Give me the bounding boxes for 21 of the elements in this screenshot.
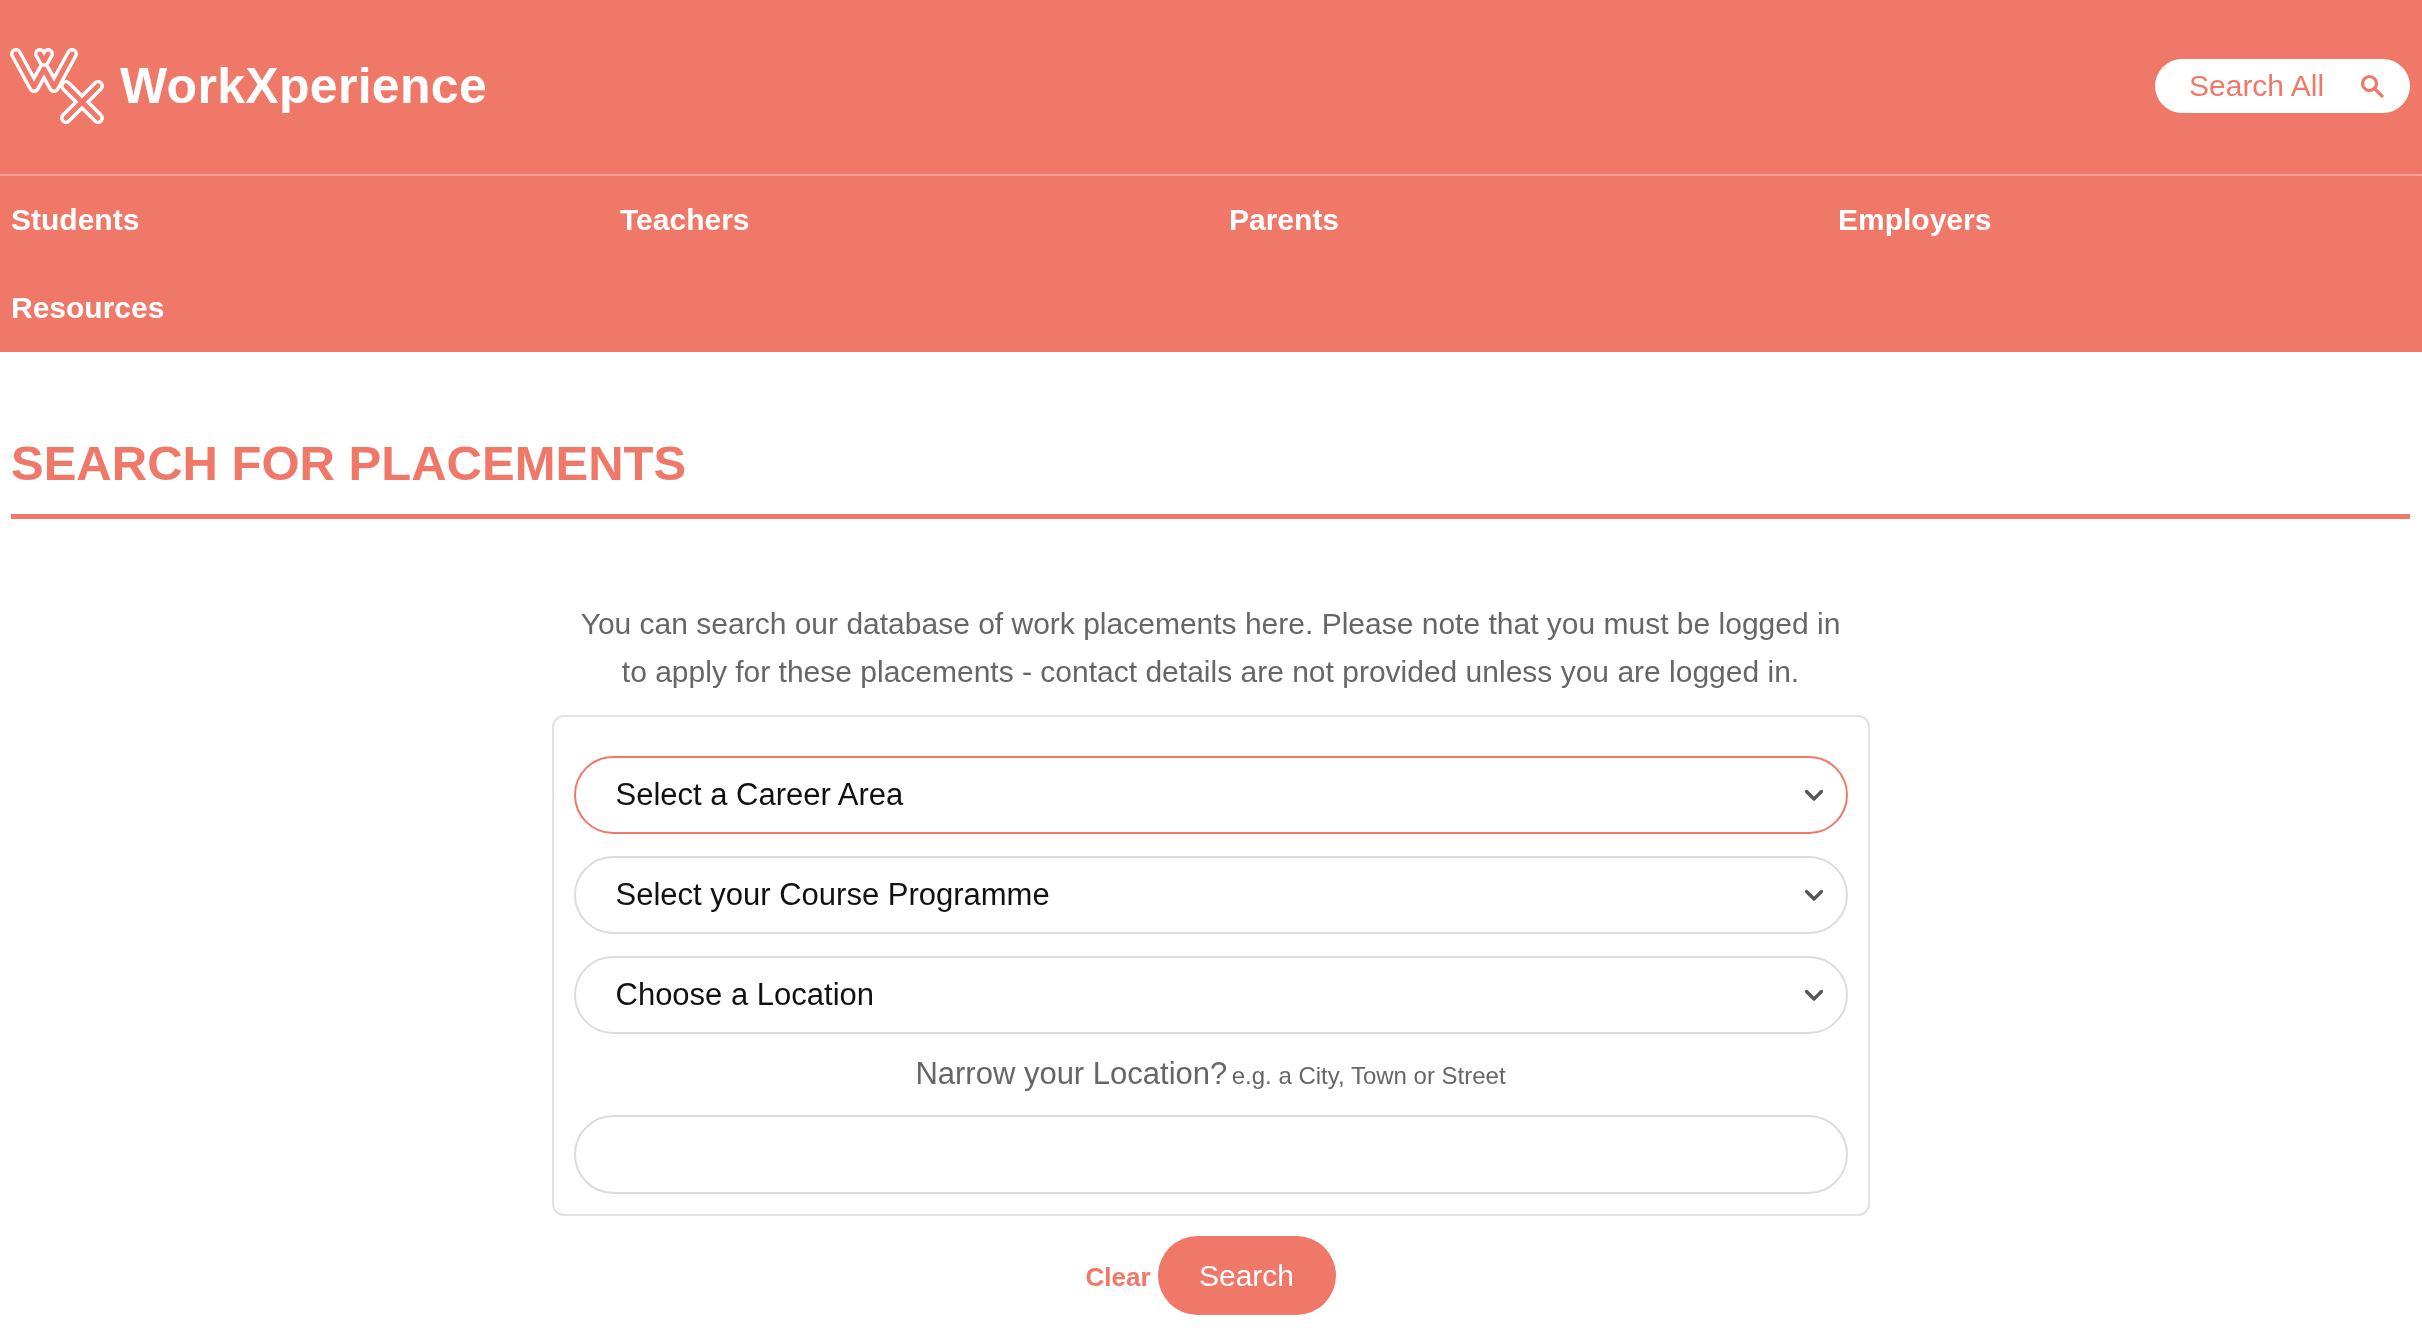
search-icon bbox=[2360, 74, 2384, 98]
nav-link[interactable]: Employers bbox=[1838, 202, 1992, 238]
search-button[interactable]: Search bbox=[1157, 1236, 1336, 1315]
brand-name[interactable]: WorkXperience bbox=[120, 56, 487, 116]
nav-link[interactable]: Resources bbox=[11, 290, 165, 326]
nav-link[interactable]: Parents bbox=[1229, 202, 1340, 238]
dropdown-select[interactable]: Select a Career Area bbox=[573, 756, 1848, 834]
dropdown-select[interactable]: Choose a Location bbox=[573, 956, 1848, 1034]
nav-link[interactable]: Teachers bbox=[620, 202, 750, 238]
clear-link[interactable]: Clear bbox=[1085, 1260, 1151, 1293]
dropdown-select[interactable]: Select your Course Programme bbox=[573, 856, 1848, 934]
logo-icon bbox=[10, 47, 105, 125]
chevron-down-icon bbox=[1803, 788, 1824, 802]
search-all-button[interactable]: Search All bbox=[2155, 59, 2410, 113]
page-title: SEARCH FOR PLACEMENTS bbox=[11, 435, 687, 492]
chevron-down-icon bbox=[1803, 988, 1824, 1002]
location-label: Narrow your Location? bbox=[915, 1056, 1228, 1091]
intro-text: You can search our database of work placements here. Please note that you must be logged in to apply for these placements - contact details are not provided unless you are logged in. bbox=[579, 606, 1842, 690]
location-hint: e.g. a City, Town or Street bbox=[1231, 1062, 1506, 1089]
nav-link[interactable]: Students bbox=[11, 202, 140, 238]
chevron-down-icon bbox=[1803, 888, 1824, 902]
